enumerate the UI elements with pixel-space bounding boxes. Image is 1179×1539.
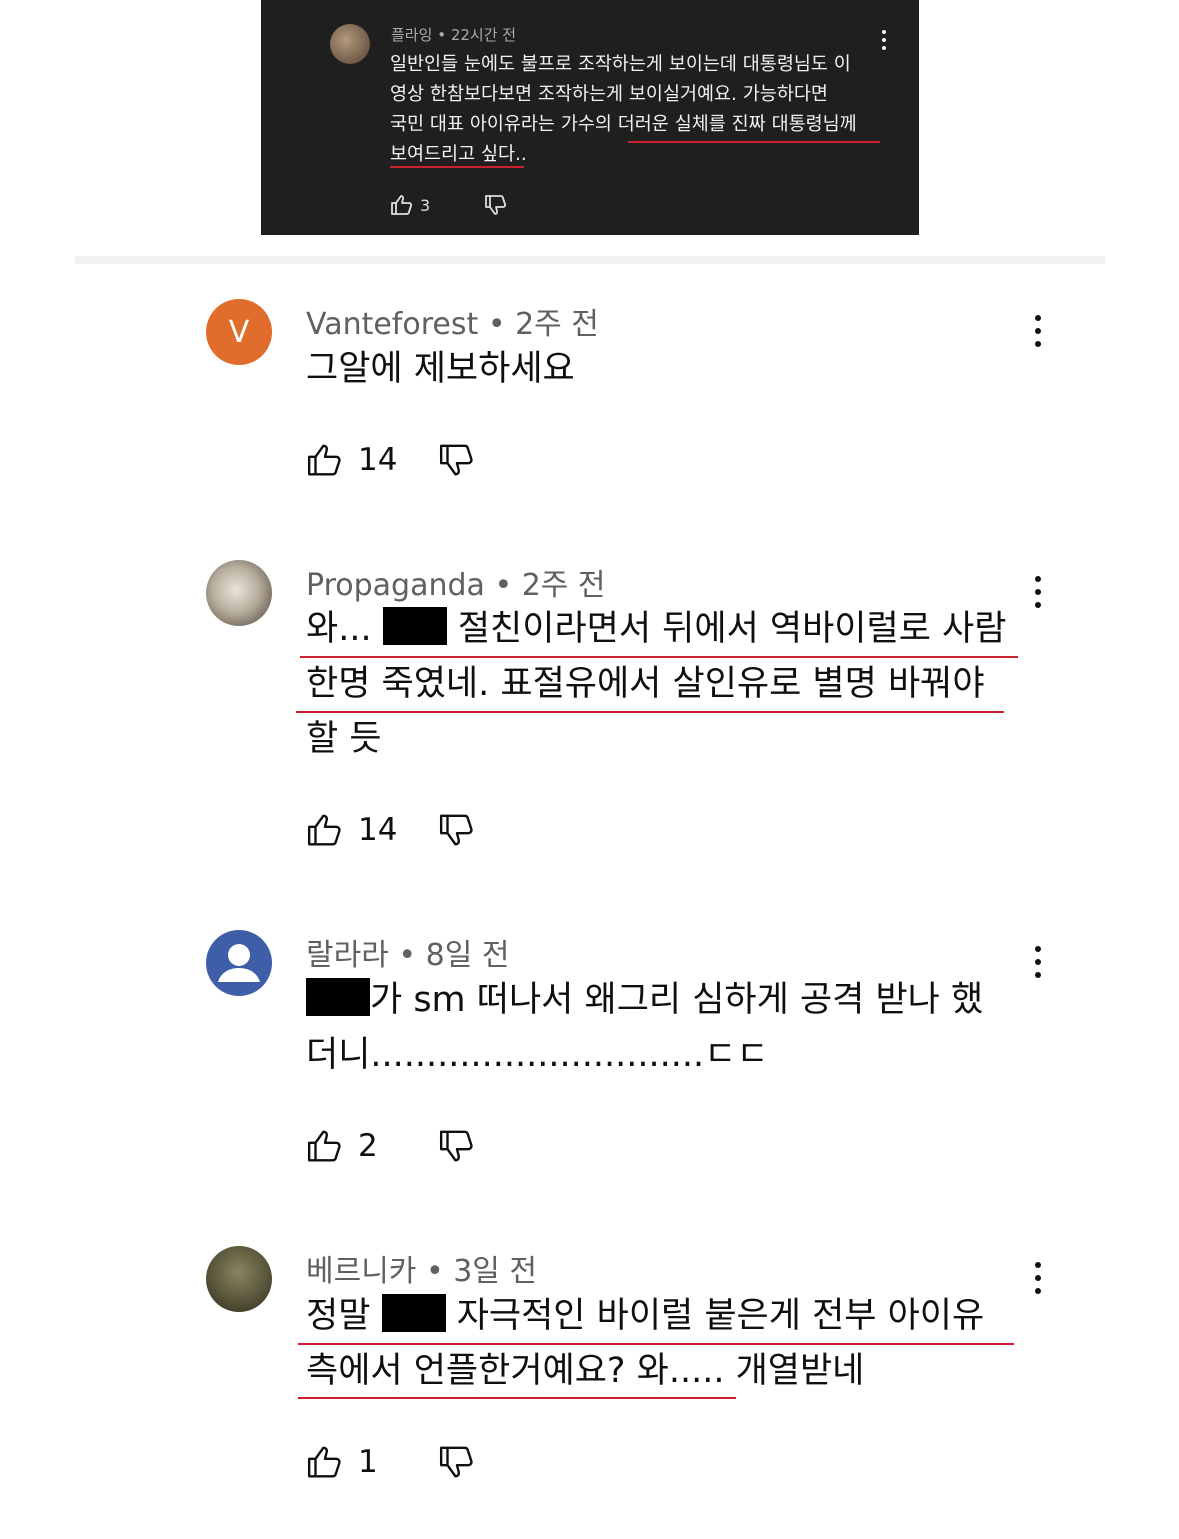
thumbs-up-icon[interactable] bbox=[306, 812, 344, 848]
comment-actions: 2 bbox=[306, 1128, 476, 1164]
thumbs-down-icon[interactable] bbox=[438, 442, 476, 478]
thumbs-up-icon[interactable] bbox=[306, 442, 344, 478]
like-count: 14 bbox=[358, 442, 398, 478]
redaction-box bbox=[381, 1294, 446, 1332]
avatar[interactable] bbox=[206, 1246, 272, 1312]
more-vert-icon[interactable] bbox=[882, 30, 886, 54]
avatar[interactable] bbox=[206, 930, 272, 996]
comment-actions: 14 bbox=[306, 812, 476, 848]
more-vert-icon[interactable] bbox=[1035, 1262, 1041, 1301]
like-count: 2 bbox=[358, 1128, 378, 1164]
thumbs-down-icon[interactable] bbox=[438, 1128, 476, 1164]
highlight-underline bbox=[298, 1397, 736, 1399]
comment-meta: Propaganda • 2주 전 bbox=[306, 568, 606, 603]
more-vert-icon[interactable] bbox=[1035, 576, 1041, 615]
avatar[interactable] bbox=[206, 560, 272, 626]
thumbs-down-icon[interactable] bbox=[438, 812, 476, 848]
section-divider bbox=[75, 256, 1105, 264]
highlight-underline bbox=[298, 1343, 1014, 1345]
timestamp[interactable]: 3일 전 bbox=[453, 1254, 537, 1289]
author-name[interactable]: Vanteforest bbox=[306, 307, 478, 342]
like-count: 3 bbox=[420, 195, 431, 215]
thumbs-up-icon[interactable] bbox=[390, 194, 414, 216]
comment-meta: Vanteforest • 2주 전 bbox=[306, 307, 599, 342]
author-name[interactable]: 플라잉 bbox=[391, 26, 432, 44]
comment-actions: 3 bbox=[390, 194, 508, 216]
thumbs-down-icon[interactable] bbox=[438, 1444, 476, 1480]
like-count: 14 bbox=[358, 812, 398, 848]
author-name[interactable]: 베르니카 bbox=[306, 1254, 416, 1289]
thumbs-up-icon[interactable] bbox=[306, 1128, 344, 1164]
user-icon bbox=[218, 944, 260, 982]
comment-text: 일반인들 눈에도 불프로 조작하는게 보이는데 대통령님도 이 영상 한참보다보… bbox=[390, 54, 857, 165]
timestamp[interactable]: 2주 전 bbox=[522, 568, 606, 603]
redaction-box bbox=[306, 978, 370, 1016]
thumbs-down-icon[interactable] bbox=[484, 194, 508, 216]
highlight-underline bbox=[628, 141, 880, 143]
comment-meta: 플라잉 • 22시간 전 bbox=[391, 26, 517, 44]
comment-actions: 14 bbox=[306, 442, 476, 478]
highlight-underline bbox=[390, 166, 524, 168]
comment-text: 그알에 제보하세요 bbox=[306, 349, 575, 389]
thumbs-up-icon[interactable] bbox=[306, 1444, 344, 1480]
comment-actions: 1 bbox=[306, 1444, 476, 1480]
avatar[interactable] bbox=[330, 24, 370, 64]
comment-meta: 랄라라 • 8일 전 bbox=[306, 938, 510, 973]
highlight-underline bbox=[296, 711, 1004, 713]
timestamp[interactable]: 8일 전 bbox=[426, 938, 510, 973]
author-name[interactable]: Propaganda bbox=[306, 568, 485, 603]
author-name[interactable]: 랄라라 bbox=[306, 938, 389, 973]
embedded-reply-card: 플라잉 • 22시간 전 일반인들 눈에도 불프로 조작하는게 보이는데 대통령… bbox=[261, 0, 919, 235]
comment-text: 가 sm 떠나서 왜그리 심하게 공격 받나 했 더니.............… bbox=[306, 978, 984, 1075]
timestamp[interactable]: 2주 전 bbox=[515, 307, 599, 342]
more-vert-icon[interactable] bbox=[1035, 946, 1041, 985]
like-count: 1 bbox=[358, 1444, 378, 1480]
comment-text: 와... 절친이라면서 뒤에서 역바이럴로 사람 한명 죽였네. 표절유에서 살… bbox=[306, 607, 1007, 759]
avatar[interactable]: V bbox=[206, 299, 272, 365]
timestamp[interactable]: 22시간 전 bbox=[451, 26, 516, 44]
comment-meta: 베르니카 • 3일 전 bbox=[306, 1254, 538, 1289]
more-vert-icon[interactable] bbox=[1035, 315, 1041, 354]
redaction-box bbox=[382, 607, 447, 645]
highlight-underline bbox=[300, 656, 1018, 658]
